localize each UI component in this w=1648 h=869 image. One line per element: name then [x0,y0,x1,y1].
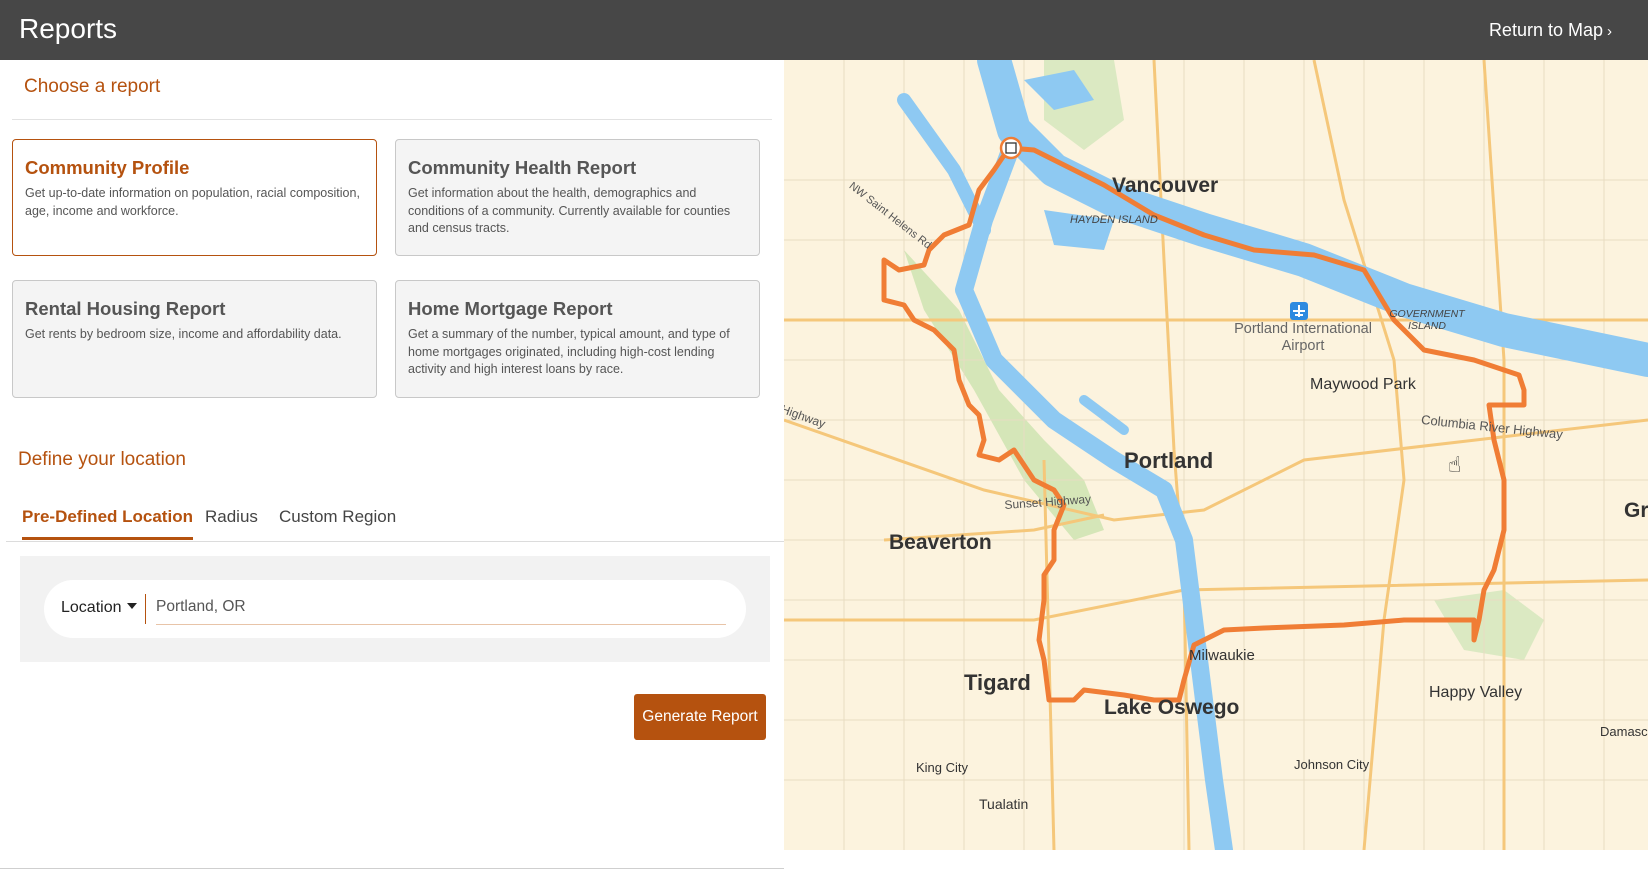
map-label-beaverton: Beaverton [889,531,992,554]
return-to-map-label: Return to Map [1488,20,1603,40]
card-home-mortgage-report[interactable]: Home Mortgage Report Get a summary of th… [395,280,760,398]
map-label-johnson-city: Johnson City [1294,757,1370,772]
report-panel: Choose a report Community Profile Get up… [0,60,784,869]
region-select-icon [999,136,1023,160]
card-title: Community Profile [25,157,190,178]
card-title: Community Health Report [408,157,637,178]
map-label-milwaukie: Milwaukie [1189,647,1255,664]
map-label-gresham-partial: Gr [1624,499,1648,522]
app-header: Reports Return to Map › [0,0,1648,60]
location-tabs: Pre-Defined Location Radius Custom Regio… [6,500,784,542]
define-location-heading: Define your location [18,449,186,470]
map-label-portland: Portland [1124,448,1214,473]
map-label-government-island: GOVERNMENT ISLAND [1389,308,1465,332]
map-label-lake-oswego: Lake Oswego [1104,696,1240,719]
tab-radius[interactable]: Radius [205,507,258,537]
card-community-health-report[interactable]: Community Health Report Get information … [395,139,760,256]
map-label-tualatin: Tualatin [979,796,1029,812]
location-panel: Location [20,556,770,662]
chevron-right-icon: › [1607,23,1612,40]
location-input[interactable] [156,589,726,625]
map-label-damascus-partial: Damascu [1600,724,1648,739]
map-label-hayden-island: HAYDEN ISLAND [1070,214,1158,226]
generate-report-button[interactable]: Generate Report [634,694,766,740]
page-title: Reports [19,13,118,44]
card-title: Home Mortgage Report [408,298,613,319]
map-label-king-city: King City [916,760,969,775]
map-label-happy-valley: Happy Valley [1429,684,1523,701]
map-view[interactable]: Vancouver HAYDEN ISLAND NW Saint Helens … [784,60,1648,850]
card-rental-housing-report[interactable]: Rental Housing Report Get rents by bedro… [12,280,377,398]
card-description: Get rents by bedroom size, income and af… [25,327,342,341]
location-type-dropdown[interactable]: Location [61,599,137,617]
choose-report-heading: Choose a report [24,76,161,97]
tab-pre-defined-location[interactable]: Pre-Defined Location [22,507,193,540]
card-title: Rental Housing Report [25,298,226,319]
location-dropdown-label: Location [61,599,122,616]
divider [12,119,772,120]
card-description: Get up-to-date information on population… [25,186,360,218]
card-description: Get information about the health, demogr… [408,186,731,235]
location-search-bar: Location [44,580,746,638]
caret-down-icon [126,603,137,609]
return-to-map-link[interactable]: Return to Map › [1489,20,1612,41]
map-label-vancouver: Vancouver [1112,174,1219,197]
card-community-profile[interactable]: Community Profile Get up-to-date informa… [12,139,377,256]
card-description: Get a summary of the number, typical amo… [408,327,730,376]
map-label-airport: Portland International Airport [1234,321,1372,354]
hand-cursor-icon: ☝ [1448,452,1462,477]
map-label-maywood-park: Maywood Park [1310,376,1416,393]
map-label-tigard: Tigard [964,670,1031,695]
tab-custom-region[interactable]: Custom Region [279,507,396,537]
search-separator [145,594,146,624]
